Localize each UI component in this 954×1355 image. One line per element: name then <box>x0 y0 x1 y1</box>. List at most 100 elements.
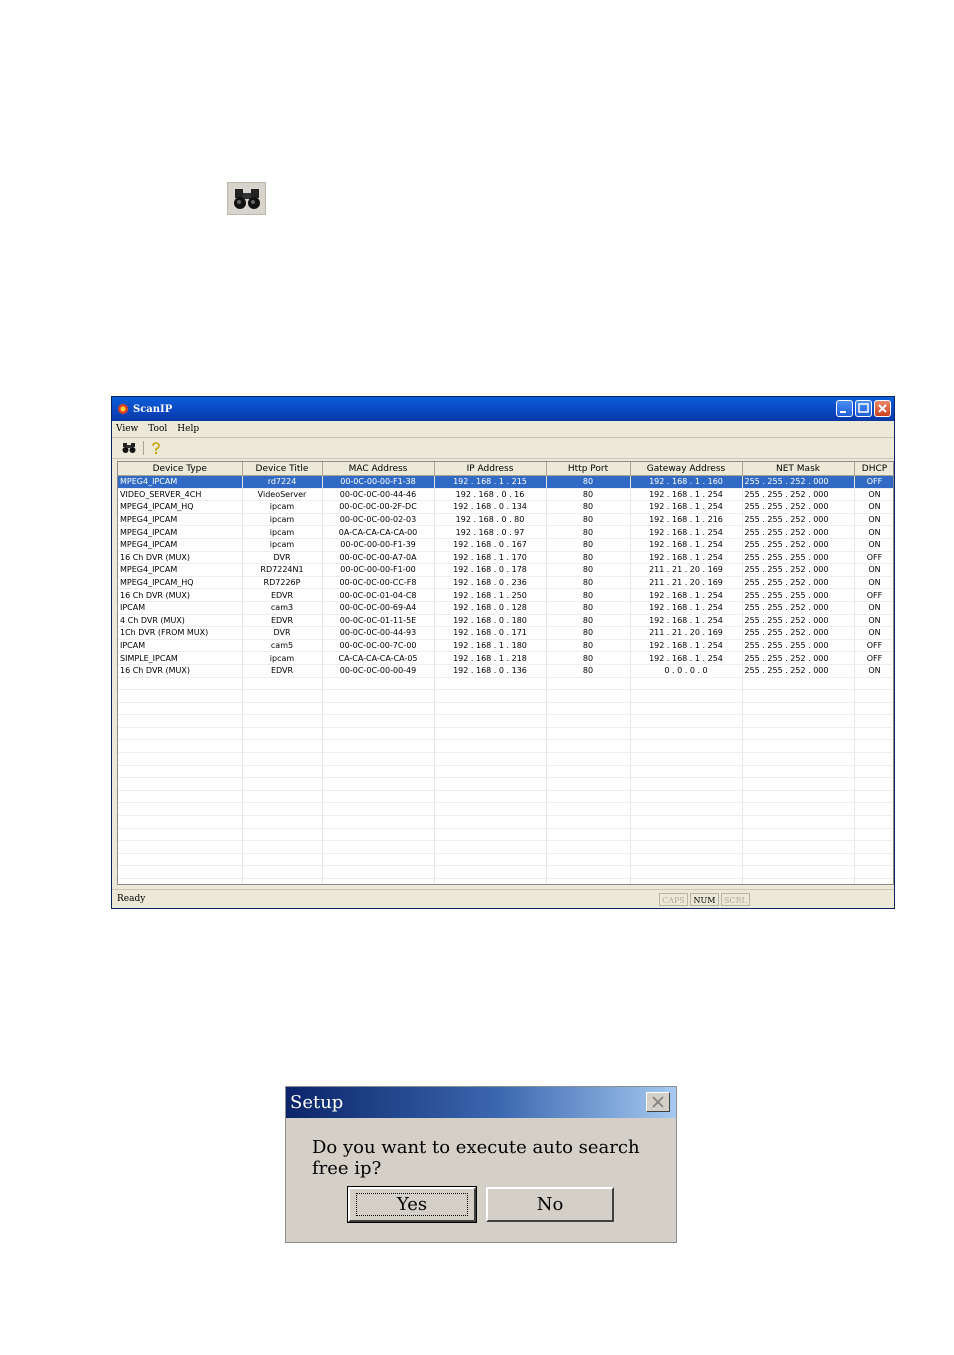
table-cell: DVR <box>242 626 323 640</box>
empty-cell <box>630 739 743 754</box>
table-row[interactable]: IPCAM cam3 00-0C-0C-00-69-A4 192 . 168 . 0 … <box>118 601 893 615</box>
column-device-type[interactable]: Device Type <box>118 462 243 476</box>
table-cell: ON <box>854 525 893 539</box>
empty-cell <box>546 739 631 754</box>
table-cell: 80 <box>546 538 631 552</box>
empty-cell <box>434 739 547 754</box>
table-row[interactable]: MPEG4_IPCAM RD7224N1 00-0C-00-00-F1-00 192 … <box>118 563 893 577</box>
table-cell: 255 . 255 . 252 . 000 <box>742 538 855 552</box>
empty-cell <box>434 865 547 879</box>
table-cell: 1Ch DVR (FROM MUX) <box>118 626 243 640</box>
empty-cell <box>630 714 743 728</box>
help-button[interactable] <box>151 439 161 458</box>
close-icon <box>652 1096 664 1108</box>
search-button[interactable] <box>122 439 136 458</box>
table-cell: OFF <box>854 475 893 489</box>
table-cell: 192 . 168 . 1 . 254 <box>630 639 743 653</box>
table-row[interactable]: 4 Ch DVR (MUX) EDVR 00-0C-0C-01-11-5E 192 .… <box>118 614 893 628</box>
empty-cell <box>742 828 855 842</box>
status-text: Ready <box>117 894 146 904</box>
table-cell: 00-0C-00-00-F1-39 <box>322 538 435 552</box>
table-row[interactable]: VIDEO_SERVER_4CH VideoServer 00-0C-0C-00-4… <box>118 488 893 502</box>
column-net-mask[interactable]: NET Mask <box>742 462 855 476</box>
table-cell: 80 <box>546 601 631 615</box>
column-ip-address[interactable]: IP Address <box>434 462 547 476</box>
yes-button[interactable]: Yes <box>347 1186 477 1223</box>
table-cell: EDVR <box>242 588 323 602</box>
table-cell: 255 . 255 . 252 . 000 <box>742 488 855 502</box>
table-row[interactable]: IPCAM cam5 00-0C-0C-00-7C-00 192 . 168 . 1 … <box>118 639 893 653</box>
empty-cell <box>546 752 631 766</box>
table-row[interactable]: MPEG4_IPCAM ipcam 00-0C-0C-00-02-03 192 . 1… <box>118 513 893 527</box>
close-button[interactable] <box>874 400 891 417</box>
column-http-port[interactable]: Http Port <box>546 462 631 476</box>
table-cell: VIDEO_SERVER_4CH <box>118 488 243 502</box>
menu-view[interactable]: View <box>116 424 138 434</box>
table-cell: ON <box>854 563 893 577</box>
table-cell: 192 . 168 . 1 . 254 <box>630 601 743 615</box>
empty-cell <box>742 739 855 754</box>
menu-tool[interactable]: Tool <box>148 424 167 434</box>
empty-cell <box>434 765 547 779</box>
empty-cell <box>630 840 743 854</box>
empty-row <box>118 802 893 817</box>
empty-cell <box>242 790 323 804</box>
binoculars-icon <box>227 182 266 215</box>
table-row[interactable]: 16 Ch DVR (MUX) EDVR 00-0C-0C-01-04-C8 192 … <box>118 588 893 602</box>
table-cell: 255 . 255 . 252 . 000 <box>742 576 855 590</box>
column-dhcp[interactable]: DHCP <box>854 462 893 476</box>
table-cell: 211 . 21 . 20 . 169 <box>630 563 743 577</box>
menu-help[interactable]: Help <box>177 424 199 434</box>
empty-cell <box>546 815 631 829</box>
table-row[interactable]: 1Ch DVR (FROM MUX) DVR 00-0C-0C-00-44-93 19… <box>118 626 893 640</box>
table-cell: 0 . 0 . 0 . 0 <box>630 664 743 678</box>
table-cell: IPCAM <box>118 639 243 653</box>
column-mac-address[interactable]: MAC Address <box>322 462 435 476</box>
table-row[interactable]: MPEG4_IPCAM ipcam 00-0C-00-00-F1-39 192 . 1… <box>118 538 893 552</box>
table-cell: 192 . 168 . 1 . 254 <box>630 525 743 539</box>
maximize-icon <box>858 403 869 413</box>
table-cell: 80 <box>546 576 631 590</box>
table-row[interactable]: MPEG4_IPCAM rd7224 00-0C-00-00-F1-38 192 . … <box>118 475 893 489</box>
column-gateway-address[interactable]: Gateway Address <box>630 462 743 476</box>
table-row[interactable]: SIMPLE_IPCAM ipcam CA-CA-CA-CA-CA-05 192 . … <box>118 651 893 665</box>
dialog-title-bar[interactable]: Setup <box>286 1087 676 1118</box>
dialog-title: Setup <box>290 1092 344 1113</box>
column-device-title[interactable]: Device Title <box>242 462 323 476</box>
empty-row <box>118 865 893 879</box>
empty-row <box>118 714 893 728</box>
empty-cell <box>546 865 631 879</box>
table-row[interactable]: MPEG4_IPCAM_HQ ipcam 00-0C-0C-00-2F-DC 192 … <box>118 500 893 514</box>
table-row[interactable]: 16 Ch DVR (MUX) EDVR 00-0C-0C-00-00-49 192 … <box>118 664 893 678</box>
table-cell: 192 . 168 . 0 . 178 <box>434 563 547 577</box>
table-cell: ON <box>854 500 893 514</box>
table-cell: 00-0C-0C-00-69-A4 <box>322 601 435 615</box>
table-row[interactable]: MPEG4_IPCAM_HQ RD7226P 00-0C-0C-00-CC-F8 19… <box>118 576 893 590</box>
table-cell: 192 . 168 . 1 . 216 <box>630 513 743 527</box>
empty-cell <box>854 777 893 791</box>
table-row[interactable]: 16 Ch DVR (MUX) DVR 00-0C-0C-00-A7-0A 192 .… <box>118 551 893 565</box>
maximize-button[interactable] <box>855 400 872 417</box>
table-cell: 00-0C-00-00-F1-38 <box>322 475 435 489</box>
table-cell: ON <box>854 513 893 527</box>
empty-cell <box>434 752 547 766</box>
minimize-button[interactable] <box>836 400 853 417</box>
dialog-close-button[interactable] <box>646 1092 670 1112</box>
empty-cell <box>118 752 243 766</box>
no-button[interactable]: No <box>486 1187 614 1222</box>
empty-cell <box>742 777 855 791</box>
empty-cell <box>118 739 243 754</box>
table-cell: CA-CA-CA-CA-CA-05 <box>322 651 435 665</box>
empty-cell <box>322 702 435 716</box>
empty-cell <box>322 802 435 817</box>
device-list[interactable]: Device Type Device Title MAC Address IP … <box>117 461 894 885</box>
title-bar[interactable]: ScanIP <box>112 397 894 421</box>
table-cell: 00-0C-0C-00-2F-DC <box>322 500 435 514</box>
table-row[interactable]: MPEG4_IPCAM ipcam 0A-CA-CA-CA-CA-00 192 . 1… <box>118 525 893 539</box>
empty-cell <box>742 765 855 779</box>
table-cell: 16 Ch DVR (MUX) <box>118 588 243 602</box>
table-cell: 80 <box>546 614 631 628</box>
empty-cell <box>630 828 743 842</box>
table-cell: cam3 <box>242 601 323 615</box>
empty-cell <box>546 853 631 867</box>
